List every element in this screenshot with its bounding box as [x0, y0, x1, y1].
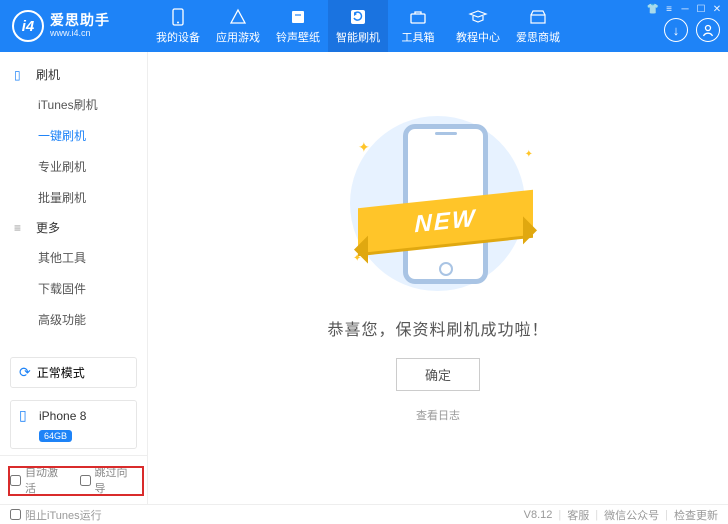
download-icon[interactable]: ↓ — [664, 18, 688, 42]
close-icon[interactable]: ✕ — [710, 3, 724, 15]
more-icon: ≡ — [14, 221, 28, 235]
sidebar-item-batch-flash[interactable]: 批量刷机 — [0, 182, 147, 213]
device-indicator[interactable]: ▯ iPhone 8 64GB — [10, 400, 137, 449]
version-label: V8.12 — [524, 509, 553, 521]
group-title: 刷机 — [36, 66, 60, 83]
ringtone-icon — [288, 7, 308, 27]
check-update-link[interactable]: 检查更新 — [674, 507, 718, 523]
nav-flash[interactable]: 智能刷机 — [328, 0, 388, 52]
nav-label: 智能刷机 — [336, 29, 380, 45]
checkbox-label: 阻止iTunes运行 — [25, 507, 102, 523]
minimize-icon[interactable]: ─ — [678, 3, 692, 15]
mode-label: 正常模式 — [37, 364, 85, 381]
skin-icon[interactable]: 👕 — [646, 3, 660, 15]
nav-ringtones[interactable]: 铃声壁纸 — [268, 0, 328, 52]
wechat-link[interactable]: 微信公众号 — [604, 507, 659, 523]
refresh-icon: ⟳ — [19, 364, 31, 381]
checkbox-label: 自动激活 — [25, 464, 68, 496]
auto-activate-checkbox[interactable]: 自动激活 — [10, 464, 68, 496]
nav-label: 教程中心 — [456, 29, 500, 45]
nav-store[interactable]: 爱思商城 — [508, 0, 568, 52]
device-icon — [168, 7, 188, 27]
nav-label: 应用游戏 — [216, 29, 260, 45]
checkbox-label: 跳过向导 — [95, 464, 138, 496]
nav-apps[interactable]: 应用游戏 — [208, 0, 268, 52]
success-illustration: ✦ ✦ ✦ NEW — [328, 114, 548, 294]
support-link[interactable]: 客服 — [567, 507, 589, 523]
apps-icon — [228, 7, 248, 27]
sidebar-group-more[interactable]: ≡ 更多 — [0, 213, 147, 242]
sidebar-item-oneclick-flash[interactable]: 一键刷机 — [0, 120, 147, 151]
nav-label: 我的设备 — [156, 29, 200, 45]
success-message: 恭喜您，保资料刷机成功啦！ — [327, 316, 548, 340]
phone-icon: ▯ — [14, 68, 28, 82]
window-controls: 👕 ≡ ─ ☐ ✕ — [646, 3, 724, 15]
user-icon[interactable] — [696, 18, 720, 42]
sidebar-item-other-tools[interactable]: 其他工具 — [0, 242, 147, 273]
header-actions: ↓ — [664, 18, 720, 42]
sidebar-item-advanced[interactable]: 高级功能 — [0, 304, 147, 335]
store-icon — [528, 7, 548, 27]
titlebar: i4 爱思助手 www.i4.cn 我的设备 应用游戏 铃声壁纸 智能刷机 工具… — [0, 0, 728, 52]
sidebar: ▯ 刷机 iTunes刷机 一键刷机 专业刷机 批量刷机 ≡ 更多 其他工具 下… — [0, 52, 148, 504]
device-name: iPhone 8 — [39, 409, 128, 423]
skip-guide-checkbox[interactable]: 跳过向导 — [80, 464, 138, 496]
view-log-link[interactable]: 查看日志 — [416, 407, 460, 423]
storage-badge: 64GB — [39, 430, 72, 442]
tutorial-icon — [468, 7, 488, 27]
nav-my-device[interactable]: 我的设备 — [148, 0, 208, 52]
flash-icon — [348, 7, 368, 27]
toolbox-icon — [408, 7, 428, 27]
group-title: 更多 — [36, 219, 60, 236]
sidebar-item-download-fw[interactable]: 下载固件 — [0, 273, 147, 304]
sidebar-group-flash[interactable]: ▯ 刷机 — [0, 60, 147, 89]
statusbar: 阻止iTunes运行 V8.12 | 客服 | 微信公众号 | 检查更新 — [0, 504, 728, 524]
flash-options: 自动激活 跳过向导 — [0, 455, 147, 504]
nav-label: 爱思商城 — [516, 29, 560, 45]
nav-label: 工具箱 — [402, 29, 435, 45]
logo[interactable]: i4 爱思助手 www.i4.cn — [0, 10, 148, 42]
sidebar-item-itunes-flash[interactable]: iTunes刷机 — [0, 89, 147, 120]
nav-toolbox[interactable]: 工具箱 — [388, 0, 448, 52]
menu-icon[interactable]: ≡ — [662, 3, 676, 15]
mode-indicator[interactable]: ⟳ 正常模式 — [10, 357, 137, 388]
block-itunes-checkbox[interactable]: 阻止iTunes运行 — [10, 507, 102, 523]
nav-tutorials[interactable]: 教程中心 — [448, 0, 508, 52]
phone-icon: ▯ — [19, 407, 33, 424]
sidebar-item-pro-flash[interactable]: 专业刷机 — [0, 151, 147, 182]
maximize-icon[interactable]: ☐ — [694, 3, 708, 15]
app-url: www.i4.cn — [50, 29, 110, 39]
main-content: ✦ ✦ ✦ NEW 恭喜您，保资料刷机成功啦！ 确定 查看日志 — [148, 52, 728, 504]
nav-label: 铃声壁纸 — [276, 29, 320, 45]
logo-icon: i4 — [12, 10, 44, 42]
ok-button[interactable]: 确定 — [396, 358, 480, 391]
nav-tabs: 我的设备 应用游戏 铃声壁纸 智能刷机 工具箱 教程中心 爱思商城 — [148, 0, 568, 52]
app-name: 爱思助手 — [50, 13, 110, 28]
